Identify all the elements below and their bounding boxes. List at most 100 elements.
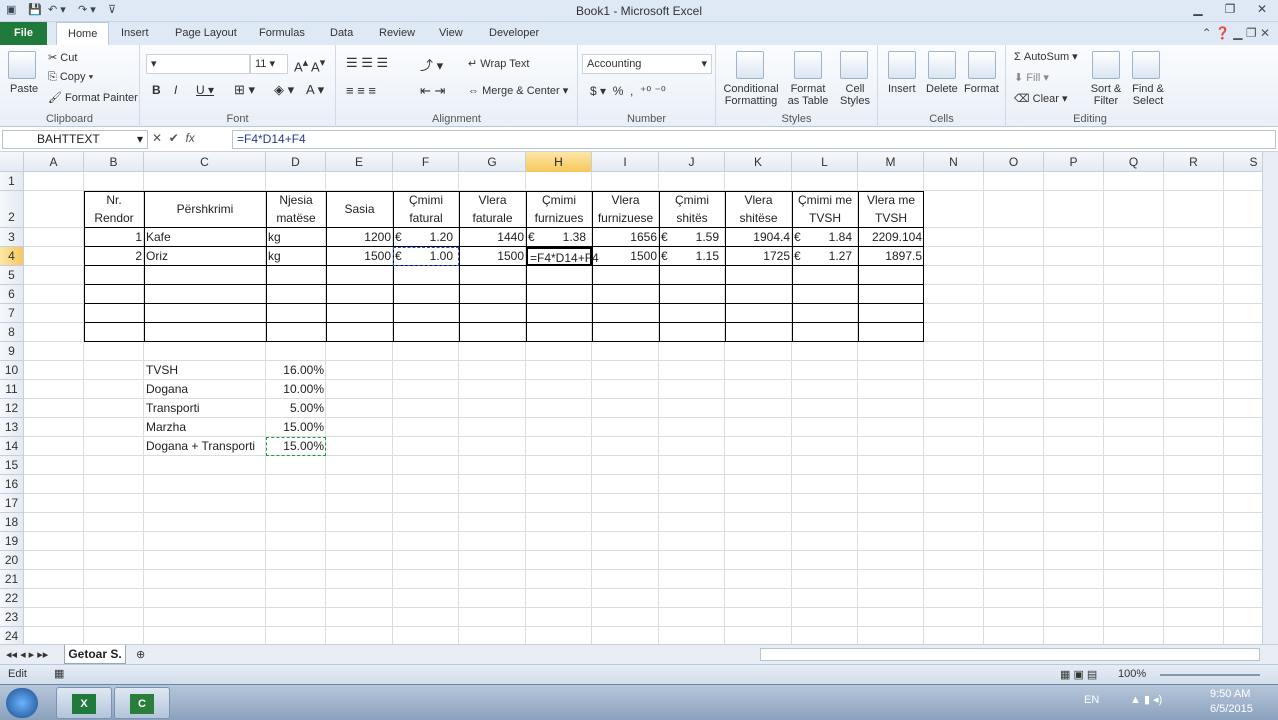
table-header-cell[interactable]: Vlera furnizuese (592, 191, 659, 228)
nr-cell[interactable]: 2 (84, 247, 144, 266)
row-header-8[interactable]: 8 (0, 323, 24, 342)
top-align-icon[interactable]: ☰ ☰ ☰ (346, 55, 388, 71)
conditional-formatting-icon[interactable] (736, 51, 764, 79)
value-fatural-cell[interactable]: 1500 (459, 247, 526, 266)
language-indicator[interactable]: EN (1084, 694, 1099, 706)
param-label[interactable]: Dogana (144, 380, 266, 399)
quantity-cell[interactable]: 1200 (326, 228, 393, 247)
italic-button[interactable]: I (174, 83, 177, 97)
grow-font-icon[interactable]: A▴ A▾ (294, 56, 325, 74)
row-header-14[interactable]: 14 (0, 437, 24, 456)
column-header-m[interactable]: M (858, 152, 924, 172)
column-header-a[interactable]: A (24, 152, 84, 172)
value-tvsh-cell[interactable]: 1897.5 (858, 247, 924, 266)
column-header-r[interactable]: R (1164, 152, 1224, 172)
indent-icon[interactable]: ⇤ ⇥ (420, 83, 445, 99)
horizontal-scrollbar[interactable] (760, 648, 1260, 661)
quantity-cell[interactable]: 1500 (326, 247, 393, 266)
value-fatural-cell[interactable]: 1440 (459, 228, 526, 247)
value-shitese-cell[interactable]: 1725 (725, 247, 792, 266)
row-header-22[interactable]: 22 (0, 589, 24, 608)
param-label[interactable]: Marzha (144, 418, 266, 437)
merge-center-button[interactable]: ⇔ Merge & Center ▾ (468, 84, 568, 97)
orientation-icon[interactable]: ⤴ ▾ (420, 55, 443, 74)
value-furnizuese-cell[interactable]: 1656 (592, 228, 659, 247)
param-value[interactable]: 10.00% (266, 380, 326, 399)
column-header-c[interactable]: C (144, 152, 266, 172)
clear-button[interactable]: ⌫ Clear ▾ (1014, 92, 1068, 105)
zoom-slider[interactable] (1160, 674, 1260, 676)
tab-formulas[interactable]: Formulas (248, 22, 316, 45)
currency-icon[interactable]: $ ▾ % , ⁺⁰ ⁻⁰ (590, 84, 666, 98)
font-color-icon[interactable]: A ▾ (306, 82, 324, 98)
column-header-l[interactable]: L (792, 152, 858, 172)
enter-icon[interactable]: ✔ (169, 131, 179, 145)
row-header-24[interactable]: 24 (0, 627, 24, 644)
new-sheet-icon[interactable]: ⊕ (136, 648, 145, 661)
column-header-e[interactable]: E (326, 152, 393, 172)
column-header-p[interactable]: P (1044, 152, 1104, 172)
param-label[interactable]: Dogana + Transporti (144, 437, 266, 456)
column-header-f[interactable]: F (393, 152, 459, 172)
table-header-cell[interactable]: Çmimi shitës (659, 191, 725, 228)
delete-cells-icon[interactable] (928, 51, 956, 79)
param-label[interactable]: Transporti (144, 399, 266, 418)
table-header-cell[interactable]: Vlera me TVSH (858, 191, 924, 228)
cell-styles-button[interactable]: Cell Styles (834, 83, 876, 107)
cancel-icon[interactable]: ✕ (152, 131, 162, 145)
fill-button[interactable]: ⬇ Fill ▾ (1014, 71, 1049, 84)
taskbar-camtasia-icon[interactable]: C (114, 687, 170, 719)
price-fatural-cell[interactable]: 1.20 (393, 228, 459, 247)
number-format-select[interactable]: Accounting ▾ (582, 54, 712, 74)
row-header-13[interactable]: 13 (0, 418, 24, 437)
column-header-h[interactable]: H (526, 152, 592, 172)
row-header-7[interactable]: 7 (0, 304, 24, 323)
help-icons[interactable]: ⌃ ❓ ▁ ❐ ✕ (1202, 26, 1270, 40)
borders-icon[interactable]: ⊞ ▾ (234, 82, 255, 98)
copy-button[interactable]: ⎘ Copy ▾ (48, 71, 93, 84)
macro-record-icon[interactable]: ▦ (54, 667, 64, 680)
row-header-20[interactable]: 20 (0, 551, 24, 570)
find-select-icon[interactable] (1132, 51, 1160, 79)
value-furnizuese-cell[interactable]: 1500 (592, 247, 659, 266)
nr-cell[interactable]: 1 (84, 228, 144, 247)
tab-review[interactable]: Review (368, 22, 426, 45)
param-value[interactable]: 5.00% (266, 399, 326, 418)
price-tvsh-cell[interactable]: 1.84 (792, 228, 858, 247)
price-shites-cell[interactable]: 1.59 (659, 228, 725, 247)
conditional-formatting-button[interactable]: Conditional Formatting (720, 83, 782, 107)
wrap-text-button[interactable]: ↵ Wrap Text (468, 57, 529, 70)
row-header-9[interactable]: 9 (0, 342, 24, 361)
tab-page-layout[interactable]: Page Layout (164, 22, 248, 45)
price-furnizues-cell[interactable]: 1.38 (526, 228, 592, 247)
table-header-cell[interactable]: Njesia matëse (266, 191, 326, 228)
tab-data[interactable]: Data (319, 22, 364, 45)
bold-button[interactable]: B (152, 83, 161, 97)
table-header-cell[interactable]: Çmimi fatural (393, 191, 459, 228)
value-shitese-cell[interactable]: 1904.4 (725, 228, 792, 247)
unit-cell[interactable]: kg (266, 247, 326, 266)
param-value[interactable]: 15.00% (266, 418, 326, 437)
row-header-18[interactable]: 18 (0, 513, 24, 532)
table-header-cell[interactable]: Çmimi furnizues (526, 191, 592, 228)
param-label[interactable]: TVSH (144, 361, 266, 380)
cut-button[interactable]: ✂ Cut (48, 51, 77, 64)
row-header-21[interactable]: 21 (0, 570, 24, 589)
insert-function-icon[interactable]: fx (185, 131, 194, 145)
tab-file[interactable]: File (0, 22, 47, 45)
row-header-19[interactable]: 19 (0, 532, 24, 551)
vertical-scrollbar[interactable] (1262, 152, 1278, 644)
description-cell[interactable]: Oriz (144, 247, 266, 266)
fill-color-icon[interactable]: ◈ ▾ (274, 82, 294, 98)
table-header-cell[interactable]: Nr. Rendor (84, 191, 144, 228)
insert-button[interactable]: Insert (888, 83, 916, 95)
start-button-icon[interactable] (6, 688, 38, 718)
cell-styles-icon[interactable] (840, 51, 868, 79)
sheet-tab[interactable]: Getoar S. (64, 645, 126, 664)
font-size-select[interactable]: 11 ▾ (250, 54, 288, 74)
tray-icons[interactable]: ▲ ▮ ◂) (1130, 693, 1162, 706)
worksheet-grid[interactable]: ABCDEFGHIJKLMNOPQRS 1 2 3 4 5 6 7 8 9 10 11 12 13 14 1… (0, 152, 1278, 644)
unit-cell[interactable]: kg (266, 228, 326, 247)
row-header-11[interactable]: 11 (0, 380, 24, 399)
tab-developer[interactable]: Developer (478, 22, 550, 45)
